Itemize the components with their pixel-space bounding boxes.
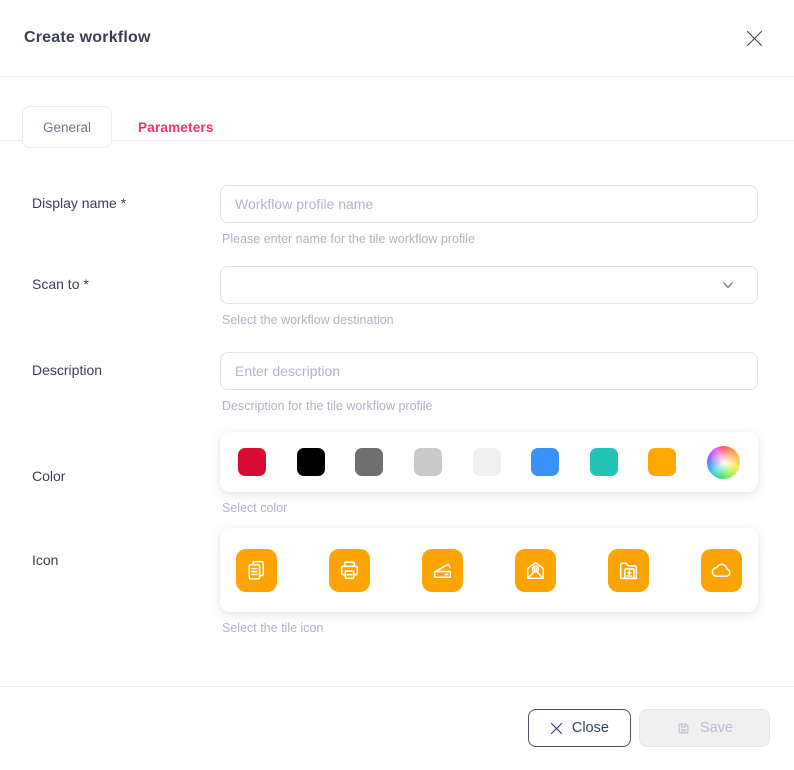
folder-download-icon (616, 558, 641, 583)
icon-label: Icon (32, 528, 220, 637)
cloud-icon (709, 558, 734, 583)
color-swatch-blue[interactable] (531, 448, 559, 476)
color-helper: Select color (220, 500, 758, 517)
color-swatch-black[interactable] (297, 448, 325, 476)
scanner-icon (430, 558, 455, 583)
page-title: Create workflow (24, 29, 151, 47)
color-wheel-swatch[interactable] (707, 446, 740, 479)
tab-parameters-label: Parameters (138, 120, 214, 135)
documents-icon (244, 558, 269, 583)
color-swatch-off-white[interactable] (473, 448, 501, 476)
color-label: Color (32, 432, 220, 517)
tab-bar: General Parameters (0, 77, 794, 148)
email-at-icon (523, 558, 548, 583)
close-icon[interactable] (740, 24, 768, 52)
chevron-down-icon (721, 278, 735, 292)
display-name-helper: Please enter name for the tile workflow … (220, 231, 758, 248)
color-swatch-orange[interactable] (648, 448, 676, 476)
icon-tile[interactable] (329, 549, 370, 592)
icon-tile[interactable] (236, 549, 277, 592)
display-name-input[interactable] (220, 185, 758, 223)
general-form: Display name * Please enter name for the… (0, 148, 794, 686)
icon-picker (220, 528, 758, 612)
icon-row: Icon (32, 528, 758, 637)
modal-header: Create workflow (0, 0, 794, 77)
color-row: Color Select color (32, 432, 758, 517)
close-x-icon (550, 722, 563, 735)
description-input[interactable] (220, 352, 758, 390)
scan-to-select[interactable] (220, 266, 758, 304)
color-swatch-light-gray[interactable] (414, 448, 442, 476)
description-helper: Description for the tile workflow profil… (220, 398, 758, 415)
color-palette (220, 432, 758, 492)
tab-general[interactable]: General (22, 106, 112, 148)
save-button-label: Save (700, 720, 733, 736)
close-button-label: Close (572, 720, 609, 736)
icon-tile[interactable] (608, 549, 649, 592)
modal-footer: Close Save (0, 686, 794, 770)
tab-general-label: General (43, 120, 91, 135)
close-button[interactable]: Close (528, 709, 631, 747)
icon-tile[interactable] (515, 549, 556, 592)
icon-tile[interactable] (422, 549, 463, 592)
save-button[interactable]: Save (639, 709, 770, 747)
description-label: Description (32, 352, 220, 415)
tab-parameters[interactable]: Parameters (112, 106, 240, 148)
scan-to-row: Scan to * Select the workflow destinatio… (32, 266, 758, 329)
color-swatch-dark-gray[interactable] (355, 448, 383, 476)
description-row: Description Description for the tile wor… (32, 352, 758, 415)
scan-to-helper: Select the workflow destination (220, 312, 758, 329)
icon-helper: Select the tile icon (220, 620, 758, 637)
color-swatch-teal[interactable] (590, 448, 618, 476)
save-floppy-icon (676, 721, 691, 736)
color-swatch-red[interactable] (238, 448, 266, 476)
icon-tile[interactable] (701, 549, 742, 592)
display-name-row: Display name * Please enter name for the… (32, 185, 758, 248)
scan-to-label: Scan to * (32, 266, 220, 329)
printer-icon (337, 558, 362, 583)
display-name-label: Display name * (32, 185, 220, 248)
